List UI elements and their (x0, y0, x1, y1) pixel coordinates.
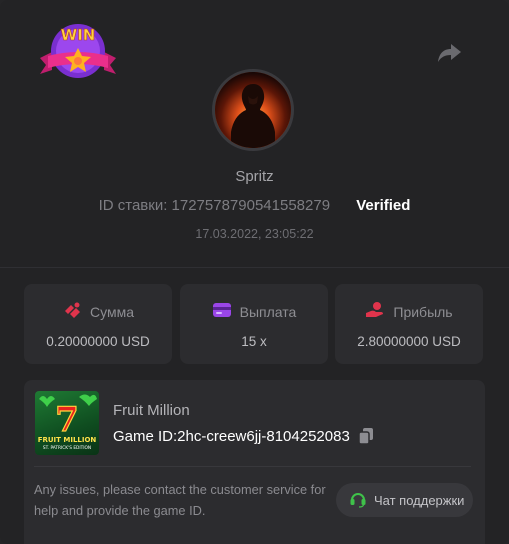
game-name[interactable]: Fruit Million (113, 402, 190, 419)
stat-amount: Сумма 0.20000000 USD (24, 284, 172, 364)
bet-details-panel: WIN Spritz ID ставки: 172757879054155827… (0, 0, 509, 544)
profit-hand-icon (365, 301, 385, 322)
support-chat-label: Чат поддержки (374, 492, 465, 508)
verified-status: Verified (356, 197, 411, 214)
bet-summary: WIN Spritz ID ставки: 172757879054155827… (0, 0, 509, 268)
stat-profit: Прибыль 2.80000000 USD (335, 284, 483, 364)
stat-amount-value: 0.20000000 USD (46, 334, 150, 349)
stat-amount-label: Сумма (90, 303, 134, 320)
svg-text:7: 7 (55, 400, 79, 440)
svg-text:FRUIT MILLION: FRUIT MILLION (38, 436, 97, 444)
svg-text:ST. PATRICK'S EDITION: ST. PATRICK'S EDITION (43, 445, 91, 451)
avatar (212, 69, 294, 151)
svg-text:WIN: WIN (61, 26, 96, 44)
game-card: 7 FRUIT MILLION ST. PATRICK'S EDITION Fr… (24, 380, 485, 544)
stat-payout: Выплата 15 x (180, 284, 328, 364)
win-badge-icon: WIN (38, 18, 118, 84)
stat-payout-label: Выплата (239, 303, 297, 320)
support-message: Any issues, please contact the customer … (34, 482, 326, 518)
game-id: Game ID:2hc-creew6jj-8104252083 (113, 427, 350, 445)
username: Spritz (235, 168, 274, 185)
support-chat-button[interactable]: Чат поддержки (336, 483, 473, 517)
copy-icon[interactable] (358, 427, 374, 445)
bet-id: ID ставки: 1727578790541558279 (98, 197, 331, 214)
game-thumbnail[interactable]: 7 FRUIT MILLION ST. PATRICK'S EDITION (35, 391, 99, 455)
game-id-row: Game ID:2hc-creew6jj-8104252083 (113, 427, 374, 445)
divider (34, 466, 471, 467)
bet-amount-icon (62, 301, 82, 322)
bet-datetime: 17.03.2022, 23:05:22 (195, 227, 314, 241)
stat-profit-label: Прибыль (393, 303, 453, 320)
stat-payout-value: 15 x (241, 334, 267, 349)
headset-icon (349, 490, 367, 511)
payout-card-icon (212, 301, 232, 322)
share-icon[interactable] (436, 41, 462, 65)
bet-id-row: ID ставки: 1727578790541558279 Verified (0, 197, 509, 214)
stat-profit-value: 2.80000000 USD (357, 334, 461, 349)
